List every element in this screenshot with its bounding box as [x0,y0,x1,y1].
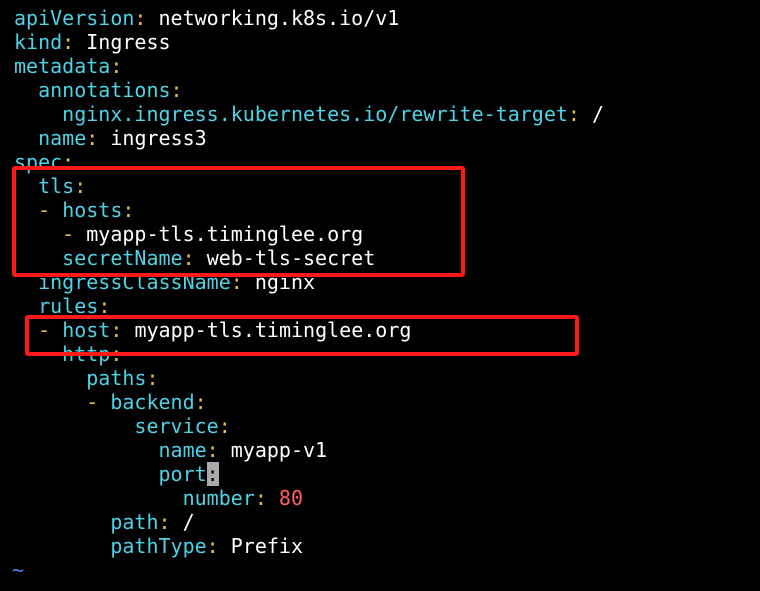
yaml-value: Ingress [86,30,171,54]
key-colon: : [170,78,183,102]
key-colon: : [218,414,231,438]
key-colon: : [206,438,219,462]
yaml-value: networking.k8s.io/v1 [158,6,400,30]
key-colon: : [134,6,147,30]
editor-line[interactable]: port: [14,462,604,486]
editor-line[interactable]: - backend: [14,390,604,414]
key-colon: : [62,30,75,54]
yaml-editor[interactable]: apiVersion: networking.k8s.io/v1 kind: In… [12,6,604,582]
key-colon: : [146,366,159,390]
yaml-key: name [158,438,207,462]
yaml-key: backend [110,390,195,414]
key-colon: : [567,102,580,126]
text-cursor: : [206,462,219,486]
yaml-value: / [182,510,195,534]
yaml-value: ingress3 [110,126,207,150]
yaml-key: path [110,510,159,534]
editor-line[interactable]: apiVersion: networking.k8s.io/v1 [14,6,604,30]
yaml-key: annotations [38,78,171,102]
host-highlight-box [25,315,579,356]
editor-line[interactable]: service: [14,414,604,438]
editor-line[interactable]: name: myapp-v1 [14,438,604,462]
key-colon: : [206,534,219,558]
yaml-key: apiVersion [14,6,135,30]
yaml-value: myapp-v1 [230,438,328,462]
yaml-key: nginx.ingress.kubernetes.io/rewrite-targ… [62,102,568,126]
key-colon: : [86,126,99,150]
yaml-key: metadata [14,54,111,78]
terminal-window[interactable]: apiVersion: networking.k8s.io/v1 kind: In… [0,0,760,591]
yaml-key: port [158,462,207,486]
key-colon: : [158,510,171,534]
key-colon: : [254,486,267,510]
editor-line[interactable]: pathType: Prefix [14,534,604,558]
editor-line[interactable]: paths: [14,366,604,390]
yaml-key: kind [14,30,63,54]
yaml-key: name [38,126,87,150]
editor-line[interactable]: annotations: [14,78,604,102]
editor-line[interactable]: kind: Ingress [14,30,604,54]
tls-highlight-box [12,166,465,277]
yaml-key: paths [86,366,147,390]
editor-line[interactable]: number: 80 [14,486,604,510]
key-colon: : [194,390,207,414]
editor-line[interactable]: nginx.ingress.kubernetes.io/rewrite-targ… [14,102,604,126]
yaml-value: Prefix [230,534,303,558]
key-colon: : [110,54,123,78]
yaml-key: service [134,414,219,438]
yaml-value: 80 [278,486,304,510]
editor-line[interactable]: name: ingress3 [14,126,604,150]
yaml-value: / [592,102,605,126]
yaml-key: pathType [110,534,207,558]
list-dash: - [86,390,111,414]
editor-line[interactable]: path: / [14,510,604,534]
empty-line-marker: ~ [12,558,25,582]
yaml-key: number [182,486,255,510]
editor-line[interactable]: metadata: [14,54,604,78]
